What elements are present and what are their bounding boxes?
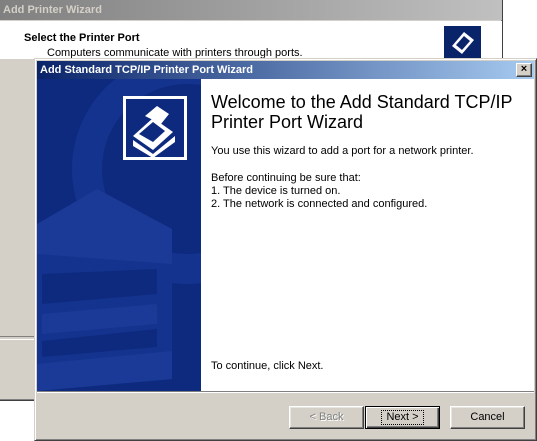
- prerequisites: Before continuing be sure that: 1. The d…: [211, 172, 427, 211]
- wizard-sidebar-graphic: [37, 79, 201, 391]
- add-printer-wizard-titlebar[interactable]: Add Printer Wizard: [0, 0, 502, 20]
- footer-separator: [37, 391, 534, 393]
- cancel-button[interactable]: Cancel: [450, 406, 525, 429]
- next-button[interactable]: Next >: [365, 406, 440, 429]
- add-printer-wizard-header: Select the Printer Port Computers commun…: [0, 21, 502, 59]
- continue-text: To continue, click Next.: [211, 360, 324, 372]
- prerequisite-item: 1. The device is turned on.: [211, 185, 341, 197]
- printer-icon: [444, 26, 481, 59]
- add-printer-wizard-title: Add Printer Wizard: [3, 4, 102, 16]
- window-title: Add Standard TCP/IP Printer Port Wizard: [40, 64, 254, 76]
- prerequisite-item: 2. The network is connected and configur…: [211, 198, 428, 210]
- close-button[interactable]: ×: [516, 63, 532, 77]
- back-button-label: < Back: [309, 411, 344, 423]
- cancel-button-label: Cancel: [470, 411, 505, 423]
- intro-text: You use this wizard to add a port for a …: [211, 145, 474, 157]
- wizard-content: Welcome to the Add Standard TCP/IP Print…: [37, 79, 534, 391]
- printer-icon: [123, 96, 187, 160]
- next-button-label: Next >: [381, 410, 424, 425]
- tcpip-port-wizard-window: Add Standard TCP/IP Printer Port Wizard …: [34, 58, 537, 441]
- back-button[interactable]: < Back: [289, 406, 364, 429]
- welcome-heading: Welcome to the Add Standard TCP/IP Print…: [211, 92, 513, 132]
- wizard-main-panel: Welcome to the Add Standard TCP/IP Print…: [201, 79, 534, 391]
- close-icon: ×: [520, 63, 528, 75]
- prerequisites-label: Before continuing be sure that:: [211, 172, 361, 184]
- select-printer-port-heading: Select the Printer Port: [24, 32, 140, 44]
- tcpip-port-wizard-titlebar[interactable]: Add Standard TCP/IP Printer Port Wizard …: [37, 61, 534, 79]
